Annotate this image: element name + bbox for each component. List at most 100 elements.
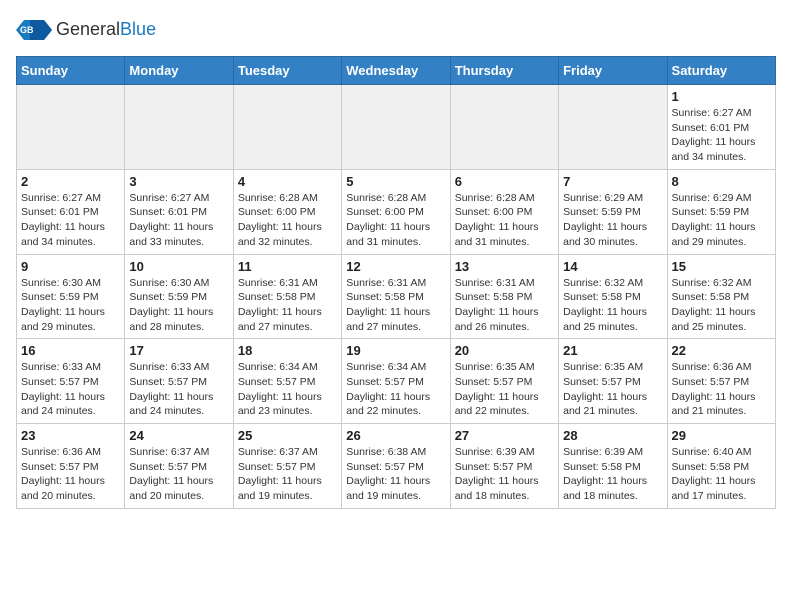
day-number: 20 [455,343,554,358]
calendar-day-cell: 21 Sunrise: 6:35 AM Sunset: 5:57 PM Dayli… [559,339,667,424]
day-info: Sunrise: 6:31 AM Sunset: 5:58 PM Dayligh… [346,276,445,335]
day-number: 2 [21,174,120,189]
day-info: Sunrise: 6:38 AM Sunset: 5:57 PM Dayligh… [346,445,445,504]
calendar-day-cell: 18 Sunrise: 6:34 AM Sunset: 5:57 PM Dayli… [233,339,341,424]
day-number: 22 [672,343,771,358]
calendar-day-cell: 23 Sunrise: 6:36 AM Sunset: 5:57 PM Dayli… [17,424,125,509]
day-number: 11 [238,259,337,274]
day-info: Sunrise: 6:33 AM Sunset: 5:57 PM Dayligh… [129,360,228,419]
calendar-day-cell: 15 Sunrise: 6:32 AM Sunset: 5:58 PM Dayli… [667,254,775,339]
calendar-header-row: SundayMondayTuesdayWednesdayThursdayFrid… [17,57,776,85]
calendar-day-cell [450,85,558,170]
calendar-day-cell: 14 Sunrise: 6:32 AM Sunset: 5:58 PM Dayli… [559,254,667,339]
day-number: 13 [455,259,554,274]
day-number: 23 [21,428,120,443]
day-info: Sunrise: 6:27 AM Sunset: 6:01 PM Dayligh… [129,191,228,250]
day-info: Sunrise: 6:37 AM Sunset: 5:57 PM Dayligh… [129,445,228,504]
day-number: 10 [129,259,228,274]
day-info: Sunrise: 6:33 AM Sunset: 5:57 PM Dayligh… [21,360,120,419]
calendar-day-cell: 9 Sunrise: 6:30 AM Sunset: 5:59 PM Daylig… [17,254,125,339]
day-info: Sunrise: 6:29 AM Sunset: 5:59 PM Dayligh… [672,191,771,250]
calendar-day-cell: 19 Sunrise: 6:34 AM Sunset: 5:57 PM Dayli… [342,339,450,424]
day-number: 12 [346,259,445,274]
day-info: Sunrise: 6:36 AM Sunset: 5:57 PM Dayligh… [672,360,771,419]
day-info: Sunrise: 6:36 AM Sunset: 5:57 PM Dayligh… [21,445,120,504]
weekday-header: Sunday [17,57,125,85]
day-number: 16 [21,343,120,358]
calendar-day-cell: 3 Sunrise: 6:27 AM Sunset: 6:01 PM Daylig… [125,169,233,254]
calendar-week-row: 23 Sunrise: 6:36 AM Sunset: 5:57 PM Dayli… [17,424,776,509]
weekday-header: Wednesday [342,57,450,85]
page-header: GB GeneralBlue [16,16,776,44]
calendar-day-cell [17,85,125,170]
day-info: Sunrise: 6:28 AM Sunset: 6:00 PM Dayligh… [346,191,445,250]
day-info: Sunrise: 6:29 AM Sunset: 5:59 PM Dayligh… [563,191,662,250]
calendar-week-row: 16 Sunrise: 6:33 AM Sunset: 5:57 PM Dayli… [17,339,776,424]
day-number: 19 [346,343,445,358]
calendar-day-cell: 26 Sunrise: 6:38 AM Sunset: 5:57 PM Dayli… [342,424,450,509]
svg-text:GB: GB [20,25,34,35]
calendar-day-cell: 27Sunrise: 6:39 AM Sunset: 5:57 PM Dayli… [450,424,558,509]
day-info: Sunrise: 6:31 AM Sunset: 5:58 PM Dayligh… [238,276,337,335]
calendar-day-cell: 13 Sunrise: 6:31 AM Sunset: 5:58 PM Dayli… [450,254,558,339]
weekday-header: Friday [559,57,667,85]
calendar-day-cell: 24 Sunrise: 6:37 AM Sunset: 5:57 PM Dayli… [125,424,233,509]
day-info: Sunrise: 6:34 AM Sunset: 5:57 PM Dayligh… [346,360,445,419]
day-info: Sunrise: 6:32 AM Sunset: 5:58 PM Dayligh… [672,276,771,335]
calendar-day-cell: 1 Sunrise: 6:27 AM Sunset: 6:01 PM Daylig… [667,85,775,170]
calendar-week-row: 9 Sunrise: 6:30 AM Sunset: 5:59 PM Daylig… [17,254,776,339]
day-info: Sunrise: 6:35 AM Sunset: 5:57 PM Dayligh… [455,360,554,419]
day-number: 15 [672,259,771,274]
day-number: 25 [238,428,337,443]
weekday-header: Thursday [450,57,558,85]
day-number: 26 [346,428,445,443]
day-number: 28 [563,428,662,443]
weekday-header: Tuesday [233,57,341,85]
calendar-day-cell: 2 Sunrise: 6:27 AM Sunset: 6:01 PM Daylig… [17,169,125,254]
day-number: 21 [563,343,662,358]
day-info: Sunrise: 6:30 AM Sunset: 5:59 PM Dayligh… [21,276,120,335]
day-number: 14 [563,259,662,274]
calendar-day-cell [342,85,450,170]
day-info: Sunrise: 6:27 AM Sunset: 6:01 PM Dayligh… [672,106,771,165]
day-info: Sunrise: 6:34 AM Sunset: 5:57 PM Dayligh… [238,360,337,419]
calendar-day-cell [233,85,341,170]
day-info: Sunrise: 6:28 AM Sunset: 6:00 PM Dayligh… [455,191,554,250]
day-info: Sunrise: 6:39 AM Sunset: 5:58 PM Dayligh… [563,445,662,504]
calendar-day-cell [559,85,667,170]
calendar-day-cell: 29 Sunrise: 6:40 AM Sunset: 5:58 PM Dayli… [667,424,775,509]
day-number: 29 [672,428,771,443]
logo-icon: GB [16,16,52,44]
day-info: Sunrise: 6:32 AM Sunset: 5:58 PM Dayligh… [563,276,662,335]
day-info: Sunrise: 6:39 AM Sunset: 5:57 PM Dayligh… [455,445,554,504]
calendar-day-cell: 11 Sunrise: 6:31 AM Sunset: 5:58 PM Dayli… [233,254,341,339]
logo-text: GeneralBlue [56,20,156,40]
day-number: 17 [129,343,228,358]
calendar-day-cell: 5Sunrise: 6:28 AM Sunset: 6:00 PM Daylig… [342,169,450,254]
calendar-day-cell: 8 Sunrise: 6:29 AM Sunset: 5:59 PM Daylig… [667,169,775,254]
calendar-table: SundayMondayTuesdayWednesdayThursdayFrid… [16,56,776,509]
calendar-day-cell: 10 Sunrise: 6:30 AM Sunset: 5:59 PM Dayli… [125,254,233,339]
day-number: 9 [21,259,120,274]
day-info: Sunrise: 6:27 AM Sunset: 6:01 PM Dayligh… [21,191,120,250]
day-number: 24 [129,428,228,443]
day-info: Sunrise: 6:35 AM Sunset: 5:57 PM Dayligh… [563,360,662,419]
day-info: Sunrise: 6:40 AM Sunset: 5:58 PM Dayligh… [672,445,771,504]
day-number: 4 [238,174,337,189]
day-info: Sunrise: 6:30 AM Sunset: 5:59 PM Dayligh… [129,276,228,335]
day-number: 18 [238,343,337,358]
day-info: Sunrise: 6:31 AM Sunset: 5:58 PM Dayligh… [455,276,554,335]
day-info: Sunrise: 6:28 AM Sunset: 6:00 PM Dayligh… [238,191,337,250]
day-number: 7 [563,174,662,189]
day-number: 8 [672,174,771,189]
day-number: 3 [129,174,228,189]
day-info: Sunrise: 6:37 AM Sunset: 5:57 PM Dayligh… [238,445,337,504]
day-number: 1 [672,89,771,104]
calendar-week-row: 2 Sunrise: 6:27 AM Sunset: 6:01 PM Daylig… [17,169,776,254]
day-number: 6 [455,174,554,189]
calendar-day-cell [125,85,233,170]
calendar-day-cell: 16 Sunrise: 6:33 AM Sunset: 5:57 PM Dayli… [17,339,125,424]
logo: GB GeneralBlue [16,16,156,44]
calendar-day-cell: 12 Sunrise: 6:31 AM Sunset: 5:58 PM Dayli… [342,254,450,339]
calendar-day-cell: 25 Sunrise: 6:37 AM Sunset: 5:57 PM Dayli… [233,424,341,509]
